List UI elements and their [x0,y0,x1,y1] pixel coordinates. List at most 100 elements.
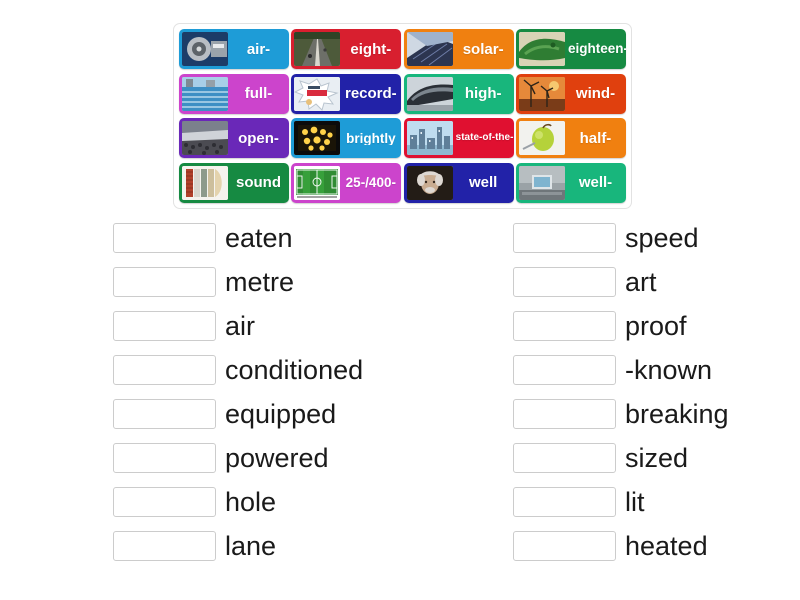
drop-target-box[interactable] [113,531,216,561]
tile-label: high- [464,86,502,102]
stadium-crowd-photo-icon [182,121,228,156]
tile-row: full-record-high-wind- [179,73,626,114]
wind-turbines-photo-icon [518,76,565,111]
draggable-tile[interactable]: high- [403,73,514,114]
answer-row: eaten [113,216,400,260]
answer-word: lane [225,531,277,561]
highway-lanes-photo-icon [294,32,341,66]
answer-word: equipped [225,399,337,429]
drop-target-box[interactable] [513,487,616,517]
tile-label: record- [344,86,397,102]
insulation-layers-photo-icon [182,165,228,200]
drop-target-box[interactable] [113,399,216,429]
drop-target-box[interactable] [513,311,616,341]
answer-row: sized [513,436,800,480]
answer-column-right: speed art proof -known breaking sized lit heate… [400,216,800,576]
draggable-tile[interactable]: air- [179,29,289,69]
tile-label: well- [578,175,613,191]
draggable-tile[interactable]: solar- [403,29,514,69]
answer-row: metre [113,260,400,304]
answer-word: powered [225,443,329,473]
answer-word: metre [225,267,295,297]
answer-row: breaking [513,392,800,436]
bullet-train-photo-icon [406,76,453,111]
tile-label: 25-/400- [345,176,396,190]
answer-column-left: eaten metre air conditioned equipped powered h… [0,216,400,576]
tile-label: half- [579,130,612,146]
draggable-tile[interactable]: record- [291,73,402,114]
tile-row: sound 25-/400- well well- [179,162,626,203]
answer-row: powered [113,436,400,480]
answer-word: eaten [225,223,293,253]
draggable-tile[interactable]: well- [515,162,626,203]
drop-target-box[interactable] [513,443,616,473]
einstein-portrait-photo-icon [406,165,453,200]
apple-photo-icon [518,121,565,156]
drop-target-box[interactable] [113,487,216,517]
tile-label: state-of-the- [455,133,514,144]
draggable-tile[interactable]: full- [179,73,289,114]
answer-row: hole [113,480,400,524]
answer-word: lit [625,487,645,517]
answer-row: air [113,304,400,348]
football-pitch-photo-icon [294,165,341,200]
draggable-tile[interactable]: 25-/400- [291,162,402,203]
tile-row: open-brightly state-of-the-half- [179,118,626,159]
drop-target-box[interactable] [513,267,616,297]
tile-label: open- [238,130,279,146]
answer-word: proof [625,311,687,341]
drop-target-box[interactable] [513,531,616,561]
draggable-tile[interactable]: wind- [515,73,626,114]
jet-engine-photo-icon [182,32,228,66]
draggable-tile[interactable]: half- [515,118,626,159]
answer-word: heated [625,531,708,561]
lecture-room-photo-icon [518,165,565,200]
tile-label: brightly [346,131,396,146]
drop-target-box[interactable] [513,355,616,385]
city-skyline-photo-icon [406,121,453,156]
solar-panel-photo-icon [406,32,453,66]
drop-target-box[interactable] [513,399,616,429]
answer-row: equipped [113,392,400,436]
drop-target-box[interactable] [513,223,616,253]
tile-label: wind- [575,86,616,102]
tile-row: air-eight-solar-eighteen- [179,29,626,69]
answer-row: conditioned [113,348,400,392]
answer-word: art [625,267,657,297]
tile-label: sound [236,175,281,191]
drop-target-box[interactable] [113,443,216,473]
tile-label: well [468,175,498,191]
draggable-tile[interactable]: open- [179,118,289,159]
tile-label: air- [246,41,271,57]
drop-target-box[interactable] [113,223,216,253]
answer-row: proof [513,304,800,348]
answer-row: speed [513,216,800,260]
draggable-tile[interactable]: well [403,162,514,203]
record-breaker-badge-photo-icon [294,76,341,111]
swimming-pool-photo-icon [182,76,228,111]
draggable-tile[interactable]: sound [179,162,289,203]
drop-target-box[interactable] [113,267,216,297]
draggable-tile[interactable]: brightly [291,118,402,159]
draggable-tile[interactable]: eight- [291,29,402,69]
answer-word: conditioned [225,355,364,385]
answer-word: air [225,311,256,341]
stage-lights-photo-icon [294,121,341,156]
draggable-tile[interactable]: state-of-the- [403,118,514,159]
answer-row: lit [513,480,800,524]
answer-list: eaten metre air conditioned equipped powered h… [0,216,800,576]
drop-target-box[interactable] [113,355,216,385]
answer-word: -known [625,355,713,385]
tile-label: solar- [462,41,504,57]
tile-label: full- [244,86,273,102]
tile-label: eighteen- [567,42,626,56]
answer-word: sized [625,443,689,473]
draggable-tile[interactable]: eighteen- [515,29,626,69]
tile-bank: air-eight-solar-eighteen-full-record-hig… [173,23,632,209]
answer-row: -known [513,348,800,392]
answer-row: art [513,260,800,304]
answer-word: hole [225,487,277,517]
drop-target-box[interactable] [113,311,216,341]
answer-row: lane [113,524,400,568]
golf-course-photo-icon [518,32,565,66]
